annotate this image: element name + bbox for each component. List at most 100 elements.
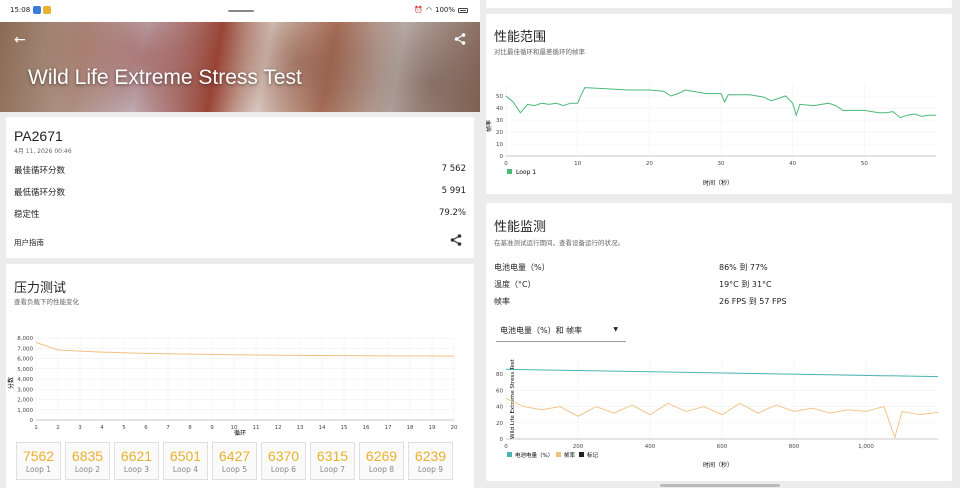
y-tick-label: 8,000	[17, 336, 33, 342]
legend-label: 电池电量（%）	[515, 451, 553, 459]
y-tick-label: 0	[500, 437, 504, 443]
y-tick-label: 0	[30, 418, 34, 424]
y-tick-label: 1,000	[17, 408, 33, 414]
loop-label: Loop 4	[172, 465, 199, 474]
legend-swatch	[579, 452, 584, 457]
x-tick-label: 0	[504, 444, 508, 450]
y-tick-label: 40	[496, 405, 503, 411]
row-value: 79.2%	[438, 208, 466, 218]
legend-label: 帧率	[564, 451, 576, 459]
row-value: 7 562	[441, 164, 466, 174]
y-tick-label: 2,000	[17, 398, 33, 404]
x-tick-label: 9	[210, 425, 214, 431]
home-indicator[interactable]	[660, 484, 780, 487]
loop-tile[interactable]: 6501 Loop 4	[163, 442, 208, 480]
window-handle[interactable]	[228, 10, 254, 12]
x-tick-label: 400	[645, 444, 656, 450]
previous-card-edge	[486, 0, 952, 8]
row-label: 稳定性	[14, 210, 40, 220]
x-tick-label: 12	[275, 425, 282, 431]
y-tick-label: 0	[500, 154, 504, 160]
y-tick-label: 5,000	[17, 367, 33, 373]
x-tick-label: 6	[144, 425, 148, 431]
x-tick-label: 20	[451, 425, 458, 431]
notification-icons	[33, 6, 51, 14]
wifi-icon: ◠	[425, 6, 432, 14]
row-value: 5 991	[441, 186, 466, 196]
loop-tile[interactable]: 6315 Loop 7	[310, 442, 355, 480]
loop-score: 6621	[120, 448, 153, 464]
alarm-icon: ⏰	[414, 6, 423, 14]
y-tick-label: 7,000	[17, 346, 33, 352]
loop-score: 6835	[71, 448, 104, 464]
app-notification-icon	[33, 6, 41, 14]
loop-tile[interactable]: 6427 Loop 5	[212, 442, 257, 480]
x-tick-label: 30	[718, 161, 725, 167]
x-tick-label: 2	[56, 425, 60, 431]
x-tick-label: 14	[319, 425, 326, 431]
y-tick-label: 30	[496, 118, 503, 124]
x-tick-label: 11	[253, 425, 260, 431]
loop-score: 6370	[267, 448, 300, 464]
y-tick-label: 3,000	[17, 387, 33, 393]
legend-swatch	[507, 452, 512, 457]
loop-tile[interactable]: 6370 Loop 6	[261, 442, 306, 480]
loop-score: 6269	[365, 448, 398, 464]
loop-label: Loop 3	[123, 465, 150, 474]
status-bar: 15:08 ⏰ ◠ 100%	[0, 0, 480, 22]
status-time: 15:08	[10, 6, 31, 14]
x-tick-label: 10	[574, 161, 581, 167]
x-tick-label: 50	[861, 161, 868, 167]
x-tick-label: 3	[78, 425, 82, 431]
loop-tile[interactable]: 6835 Loop 2	[65, 442, 110, 480]
y-axis-label: 帧率	[486, 120, 493, 132]
stress-chart: 分数 循环 01,0002,0003,0004,0005,0006,0007,0…	[7, 336, 458, 437]
loop-tile[interactable]: 6621 Loop 3	[114, 442, 159, 480]
x-tick-label: 7	[166, 425, 170, 431]
x-tick-label: 1,000	[858, 444, 874, 450]
x-tick-label: 19	[429, 425, 436, 431]
lowest-loop-row: 最低循环分数 5 991	[14, 186, 466, 198]
row-label: 最低循环分数	[14, 188, 66, 198]
share-icon[interactable]	[450, 234, 462, 246]
app-notification-icon	[43, 6, 51, 14]
result-card: PA2671 4月 11, 2026 00:46 最佳循环分数 7 562 最低…	[6, 117, 474, 258]
score-line	[35, 342, 455, 357]
result-date: 4月 11, 2026 00:46	[14, 148, 72, 155]
stress-test-card: 压力测试 查看负载下的性能变化 分数 循环 0 1,000 2,000 3,000 4,…	[6, 264, 474, 488]
y-tick-label: 20	[496, 130, 503, 136]
loop-score: 7562	[22, 448, 55, 464]
x-tick-label: 15	[341, 425, 348, 431]
x-tick-label: 40	[789, 161, 796, 167]
best-loop-row: 最佳循环分数 7 562	[14, 164, 466, 176]
loop-tile[interactable]: 6269 Loop 8	[359, 442, 404, 480]
battery-icon	[458, 7, 468, 13]
loop-tile[interactable]: 6239 Loop 9	[408, 442, 453, 480]
loop-label: Loop 6	[270, 465, 297, 474]
device-name: PA2671	[14, 128, 63, 144]
x-tick-label: 4	[100, 425, 104, 431]
loop-score-list: 7562 Loop 1 6835 Loop 2 6621 Loop 3 6501 Loop 4…	[16, 442, 453, 480]
x-tick-label: 17	[385, 425, 392, 431]
user-guide-link[interactable]: 用户指南	[14, 237, 44, 248]
stability-row: 稳定性 79.2%	[14, 208, 466, 220]
y-tick-label: 20	[496, 421, 503, 427]
loop-score: 6315	[316, 448, 349, 464]
back-arrow-icon[interactable]: ←	[14, 32, 26, 48]
loop-tile[interactable]: 7562 Loop 1	[16, 442, 61, 480]
x-tick-label: 800	[789, 444, 800, 450]
x-tick-label: 16	[363, 425, 370, 431]
system-icons: ⏰ ◠ 100%	[414, 6, 468, 14]
y-tick-label: 60	[496, 388, 503, 394]
x-tick-label: 10	[231, 425, 238, 431]
page-title: Wild Life Extreme Stress Test	[28, 66, 302, 89]
y-tick-label: 80	[496, 372, 503, 378]
battery-percent: 100%	[434, 6, 455, 14]
loop-label: Loop 1	[25, 465, 52, 474]
x-axis-label: 时间（秒）	[703, 461, 733, 469]
x-tick-label: 13	[297, 425, 304, 431]
x-tick-label: 8	[188, 425, 192, 431]
y-axis-label: 分数	[7, 377, 15, 389]
x-tick-label: 600	[717, 444, 728, 450]
share-icon[interactable]	[454, 33, 466, 45]
